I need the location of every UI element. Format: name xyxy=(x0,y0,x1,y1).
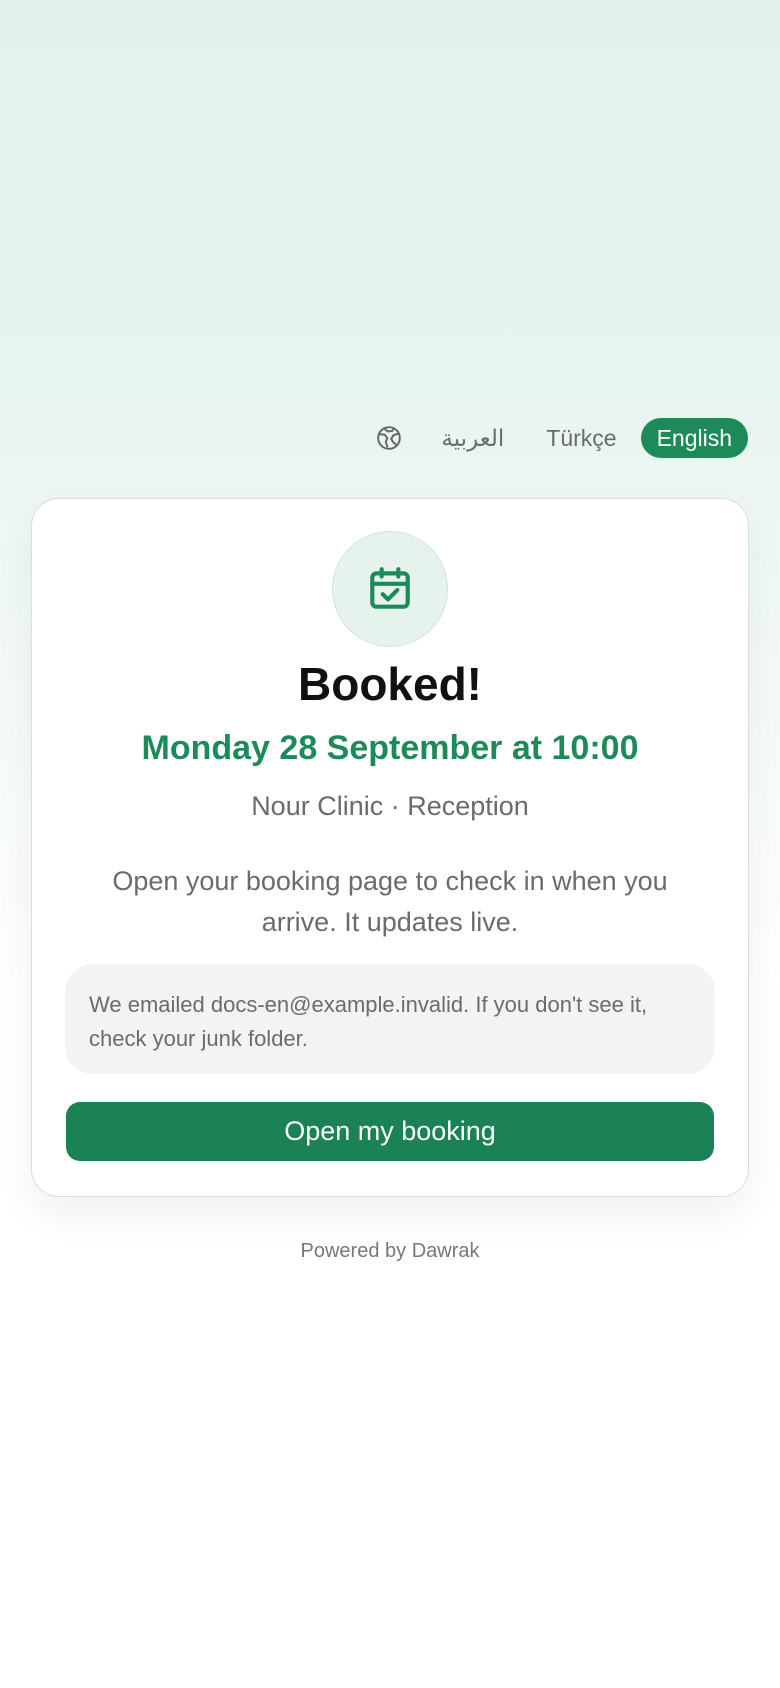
booking-title: Booked! xyxy=(298,658,482,710)
booking-location: Nour Clinic · Reception xyxy=(251,791,529,821)
booking-datetime: Monday 28 September at 10:00 xyxy=(141,729,639,767)
lang-option-english[interactable]: English xyxy=(640,418,748,458)
powered-by-footer: Powered by Dawrak xyxy=(300,1240,480,1262)
lang-option-turkish[interactable]: Türkçe xyxy=(530,418,632,458)
language-switcher: العربية Türkçe English xyxy=(375,418,748,458)
lang-option-arabic[interactable]: العربية xyxy=(425,418,520,458)
booking-instructions: Open your booking page to check in when … xyxy=(112,866,668,937)
calendar-check-icon xyxy=(332,531,448,647)
confirmation-card: Booked! Monday 28 September at 10:00 Nou… xyxy=(31,498,749,1197)
email-notice: We emailed docs-en@example.invalid. If y… xyxy=(65,964,715,1074)
globe-icon[interactable] xyxy=(375,424,403,452)
open-booking-button[interactable]: Open my booking xyxy=(66,1102,714,1161)
